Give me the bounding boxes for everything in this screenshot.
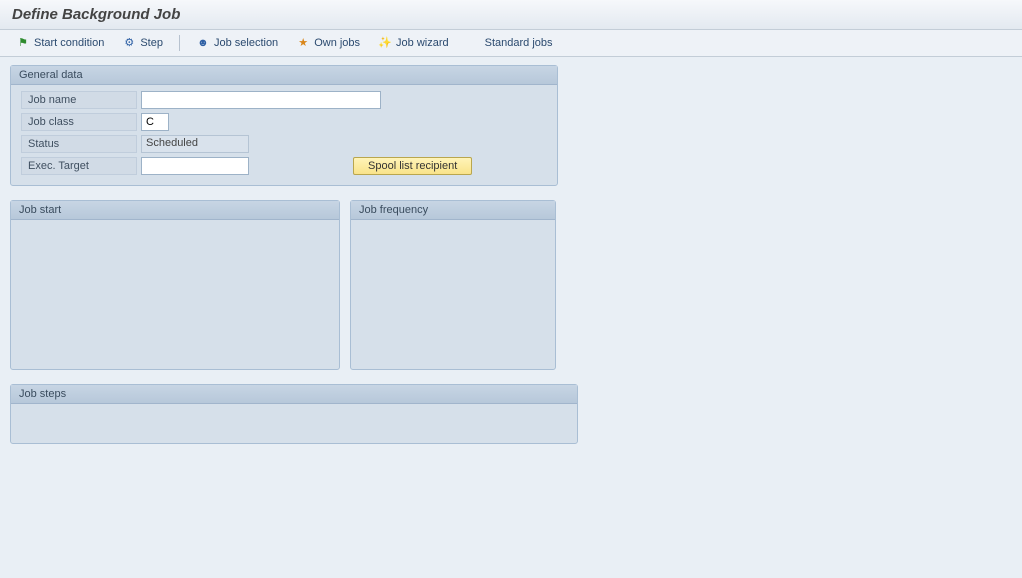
step-button[interactable]: ⚙ Step	[116, 34, 169, 52]
job-class-row: Job class	[21, 113, 547, 131]
standard-jobs-label: Standard jobs	[485, 37, 553, 49]
job-selection-button[interactable]: ☻ Job selection	[190, 34, 284, 52]
job-start-body	[11, 220, 339, 368]
step-icon: ⚙	[122, 36, 136, 50]
content-area: General data Job name Job class Status S…	[0, 57, 1022, 466]
page-title: Define Background Job	[12, 6, 1010, 23]
standard-jobs-button[interactable]: Standard jobs	[461, 34, 559, 52]
job-wizard-label: Job wizard	[396, 37, 449, 49]
job-class-input[interactable]	[141, 113, 169, 131]
titlebar: Define Background Job	[0, 0, 1022, 30]
job-class-label: Job class	[21, 113, 137, 131]
own-jobs-icon: ★	[296, 36, 310, 50]
exec-target-input[interactable]	[141, 157, 249, 175]
job-frequency-body	[351, 220, 555, 368]
flag-icon: ⚑	[16, 36, 30, 50]
general-data-title: General data	[11, 66, 557, 85]
job-frequency-group: Job frequency	[350, 200, 556, 370]
own-jobs-button[interactable]: ★ Own jobs	[290, 34, 366, 52]
person-icon: ☻	[196, 36, 210, 50]
job-steps-group: Job steps	[10, 384, 578, 444]
job-name-label: Job name	[21, 91, 137, 109]
exec-target-row: Exec. Target Spool list recipient	[21, 157, 547, 175]
status-row: Status Scheduled	[21, 135, 547, 153]
status-label: Status	[21, 135, 137, 153]
job-frequency-title: Job frequency	[351, 201, 555, 220]
spool-list-recipient-button[interactable]: Spool list recipient	[353, 157, 472, 175]
own-jobs-label: Own jobs	[314, 37, 360, 49]
job-start-title: Job start	[11, 201, 339, 220]
start-condition-label: Start condition	[34, 37, 104, 49]
standard-jobs-icon	[467, 36, 481, 50]
general-data-group: General data Job name Job class Status S…	[10, 65, 558, 186]
job-name-input[interactable]	[141, 91, 381, 109]
job-start-group: Job start	[10, 200, 340, 370]
job-steps-body	[11, 404, 577, 442]
toolbar: ⚑ Start condition ⚙ Step ☻ Job selection…	[0, 30, 1022, 57]
job-selection-label: Job selection	[214, 37, 278, 49]
job-steps-title: Job steps	[11, 385, 577, 404]
exec-target-label: Exec. Target	[21, 157, 137, 175]
separator-1	[179, 35, 180, 51]
status-value: Scheduled	[141, 135, 249, 153]
step-label: Step	[140, 37, 163, 49]
start-condition-button[interactable]: ⚑ Start condition	[10, 34, 110, 52]
wizard-icon: ✨	[378, 36, 392, 50]
job-name-row: Job name	[21, 91, 547, 109]
job-wizard-button[interactable]: ✨ Job wizard	[372, 34, 455, 52]
